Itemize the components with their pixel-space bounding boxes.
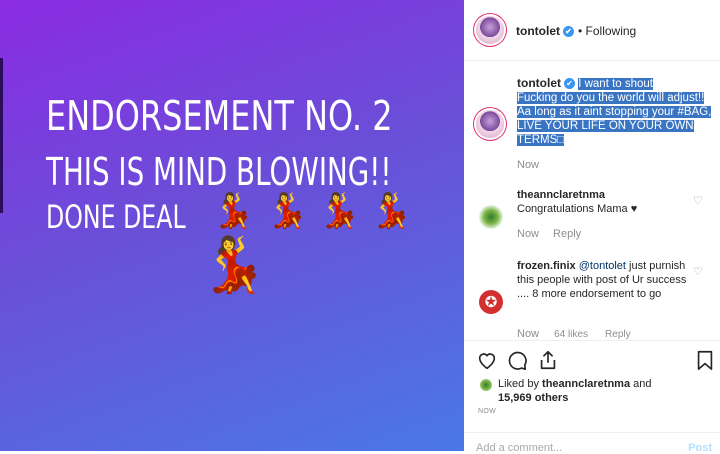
share-icon[interactable]	[537, 349, 559, 371]
post-timestamp: NOW	[478, 408, 497, 415]
comment-text: Congratulations Mama ♥	[517, 203, 638, 215]
image-edge-strip	[0, 58, 3, 213]
comment-meta: Now 64 likes Reply	[517, 328, 631, 340]
comment-likes[interactable]: 64 likes	[554, 329, 588, 340]
caption-time: Now	[517, 159, 540, 171]
caption-username[interactable]: tontolet	[517, 76, 561, 90]
caption-line: LIVE YOUR LIFE ON YOUR OWN	[517, 120, 694, 132]
comment: frozen.finix @tontolet just purnish this…	[517, 259, 687, 301]
comment-username[interactable]: frozen.finix	[517, 260, 576, 272]
avatar[interactable]	[476, 16, 504, 44]
headline-line-3: DONE DEAL	[46, 198, 186, 236]
dancer-emoji-large: 💃	[200, 235, 268, 295]
bookmark-icon[interactable]	[694, 349, 716, 371]
comment-avatar[interactable]	[479, 205, 503, 229]
liker-username[interactable]: theannclaretnma	[542, 378, 630, 390]
caption-line: I want to shout	[578, 78, 653, 90]
dancer-emoji: 💃	[212, 192, 255, 230]
post-side-panel: tontolet ✔ • Following tontolet ✔ I want t…	[464, 0, 720, 454]
dancer-emoji: 💃	[266, 192, 309, 230]
headline-line-1: ENDORSEMENT NO. 2	[46, 92, 393, 140]
caption: tontolet ✔ I want to shout Fucking do you…	[517, 76, 713, 147]
comment-icon[interactable]	[506, 349, 528, 371]
comment-meta: Now Reply	[517, 228, 581, 240]
headline-line-2: THIS IS MIND BLOWING!!	[46, 150, 392, 194]
comment-time: Now	[517, 228, 540, 240]
post-header: tontolet ✔ • Following	[464, 0, 720, 61]
comment-avatar[interactable]: ✪	[479, 290, 503, 314]
header-username[interactable]: tontolet ✔	[516, 24, 574, 38]
comment-time: Now	[517, 328, 540, 340]
caption-line: Aa long as it aint stopping your #BAG,	[517, 106, 712, 118]
comment-like-heart-icon[interactable]: ♡	[693, 265, 703, 278]
verified-badge-icon: ✔	[564, 78, 575, 90]
add-comment-input[interactable]: Add a comment...	[476, 442, 562, 454]
heart-icon[interactable]	[476, 349, 498, 371]
reply-button[interactable]: Reply	[605, 329, 631, 340]
likes-count[interactable]: 15,969 others	[498, 392, 568, 404]
caption-avatar[interactable]	[476, 110, 504, 138]
reply-button[interactable]: Reply	[553, 228, 581, 240]
comment-like-heart-icon[interactable]: ♡	[693, 194, 703, 207]
comment: theannclaretnma Congratulations Mama ♥	[517, 188, 687, 216]
likes-summary: Liked by theannclaretnma and 15,969 othe…	[498, 378, 652, 404]
post-image[interactable]: ENDORSEMENT NO. 2 THIS IS MIND BLOWING!!…	[0, 0, 464, 451]
comment-username[interactable]: theannclaretnma	[517, 189, 605, 201]
dancer-emoji: 💃	[318, 192, 361, 230]
following-button[interactable]: • Following	[578, 24, 636, 38]
caption-line: Fucking do you the world will adjust!!	[517, 92, 705, 104]
red-logo-icon: ✪	[484, 294, 498, 311]
verified-badge-icon: ✔	[563, 26, 574, 38]
caption-line: TERMS□	[517, 134, 565, 146]
dancer-emoji: 💃	[370, 192, 413, 230]
post-comment-button[interactable]: Post	[688, 442, 712, 454]
mention-link[interactable]: @tontolet	[579, 260, 626, 272]
liker-avatar[interactable]	[480, 379, 492, 391]
